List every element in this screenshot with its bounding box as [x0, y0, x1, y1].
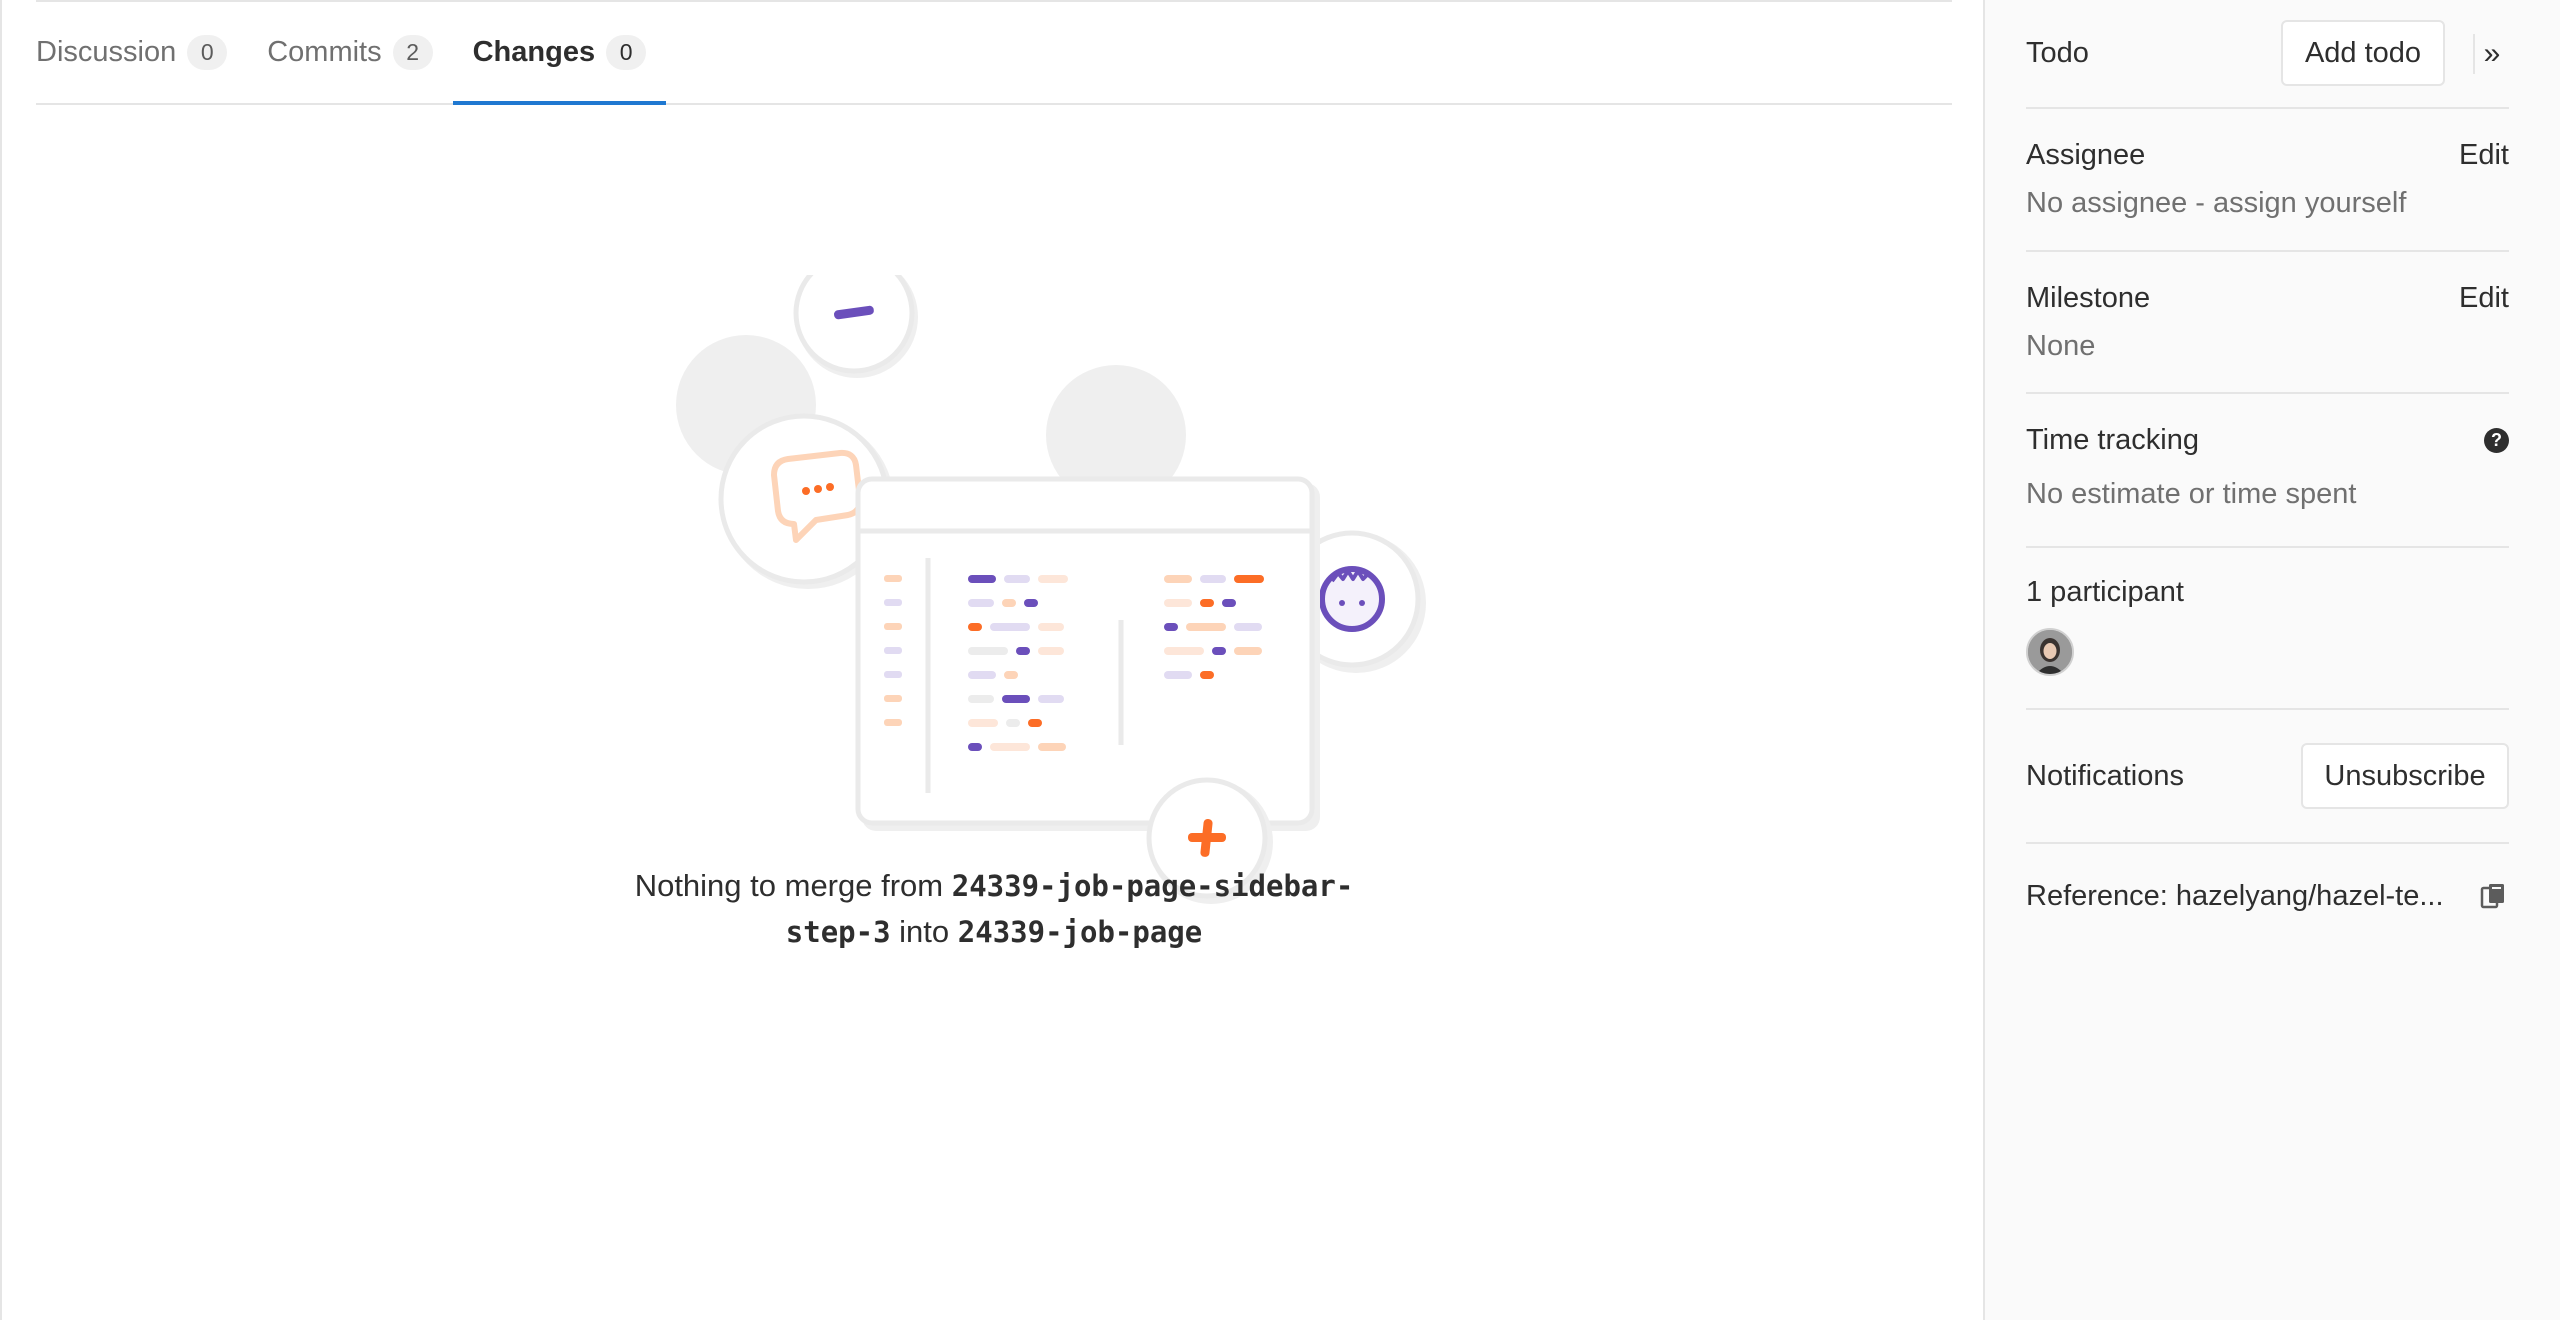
notifications-block: Notifications Unsubscribe [2026, 710, 2509, 844]
tab-label: Commits [267, 36, 382, 68]
avatar[interactable] [2026, 628, 2074, 676]
add-todo-button[interactable]: Add todo [2281, 20, 2445, 86]
help-icon[interactable]: ? [2484, 428, 2509, 453]
reference-text: Reference: hazelyang/hazel-te... [2026, 880, 2444, 912]
message-into: into [899, 914, 950, 949]
message-line-1: Nothing to merge from 24339-job-page-sid… [36, 863, 1952, 909]
time-tracking-title: Time tracking [2026, 424, 2199, 456]
assignee-title: Assignee [2026, 139, 2146, 171]
diff-window-icon [855, 476, 1320, 831]
assign-yourself-link[interactable]: No assignee - assign yourself [2026, 187, 2406, 220]
milestone-title: Milestone [2026, 282, 2151, 314]
right-sidebar: Todo Add todo » Assignee Edit No assigne… [1983, 0, 2560, 1320]
message-prefix: Nothing to merge from [634, 868, 944, 903]
todo-block: Todo Add todo » [2026, 0, 2509, 109]
tab-discussion[interactable]: Discussion 0 [16, 2, 247, 103]
time-tracking-block: Time tracking ? No estimate or time spen… [2026, 394, 2509, 548]
message-line-2: step-3 into 24339-job-page [36, 909, 1952, 955]
merge-request-tabs: Discussion 0 Commits 2 Changes 0 [36, 2, 1952, 105]
participants-title: 1 participant [2026, 576, 2184, 608]
unsubscribe-button[interactable]: Unsubscribe [2301, 743, 2509, 809]
source-branch-cont: step-3 [785, 915, 891, 949]
assignee-block: Assignee Edit No assignee - assign yours… [2026, 109, 2509, 252]
empty-merge-illustration [676, 275, 1426, 904]
double-chevron-right-icon[interactable]: » [2473, 34, 2509, 74]
merge-request-page: Discussion 0 Commits 2 Changes 0 Nothing… [0, 0, 2560, 1320]
tab-changes[interactable]: Changes 0 [452, 2, 667, 105]
participants-block: 1 participant [2026, 548, 2509, 710]
tab-label: Discussion [36, 36, 177, 68]
source-branch: 24339-job-page-sidebar- [951, 869, 1354, 903]
tab-commits[interactable]: Commits 2 [247, 2, 452, 103]
tab-count-badge: 0 [187, 35, 228, 70]
todo-title: Todo [2026, 37, 2089, 69]
main-content: Discussion 0 Commits 2 Changes 0 Nothing… [0, 0, 1983, 1320]
copy-icon[interactable] [2479, 882, 2509, 912]
user-avatar-icon [2028, 630, 2072, 674]
milestone-block: Milestone Edit None [2026, 252, 2509, 394]
empty-state-message: Nothing to merge from 24339-job-page-sid… [36, 863, 1952, 955]
milestone-value: None [2026, 330, 2096, 362]
empty-state: Nothing to merge from 24339-job-page-sid… [36, 105, 1952, 1005]
notifications-title: Notifications [2026, 760, 2184, 792]
time-tracking-value: No estimate or time spent [2026, 478, 2357, 510]
assignee-edit-link[interactable]: Edit [2459, 139, 2509, 172]
reference-block: Reference: hazelyang/hazel-te... [2026, 844, 2509, 954]
minus-circle-icon [793, 275, 918, 378]
tab-count-badge: 0 [606, 35, 647, 70]
target-branch: 24339-job-page [957, 915, 1203, 949]
tab-count-badge: 2 [392, 35, 433, 70]
milestone-edit-link[interactable]: Edit [2459, 282, 2509, 315]
tab-label: Changes [472, 36, 596, 68]
